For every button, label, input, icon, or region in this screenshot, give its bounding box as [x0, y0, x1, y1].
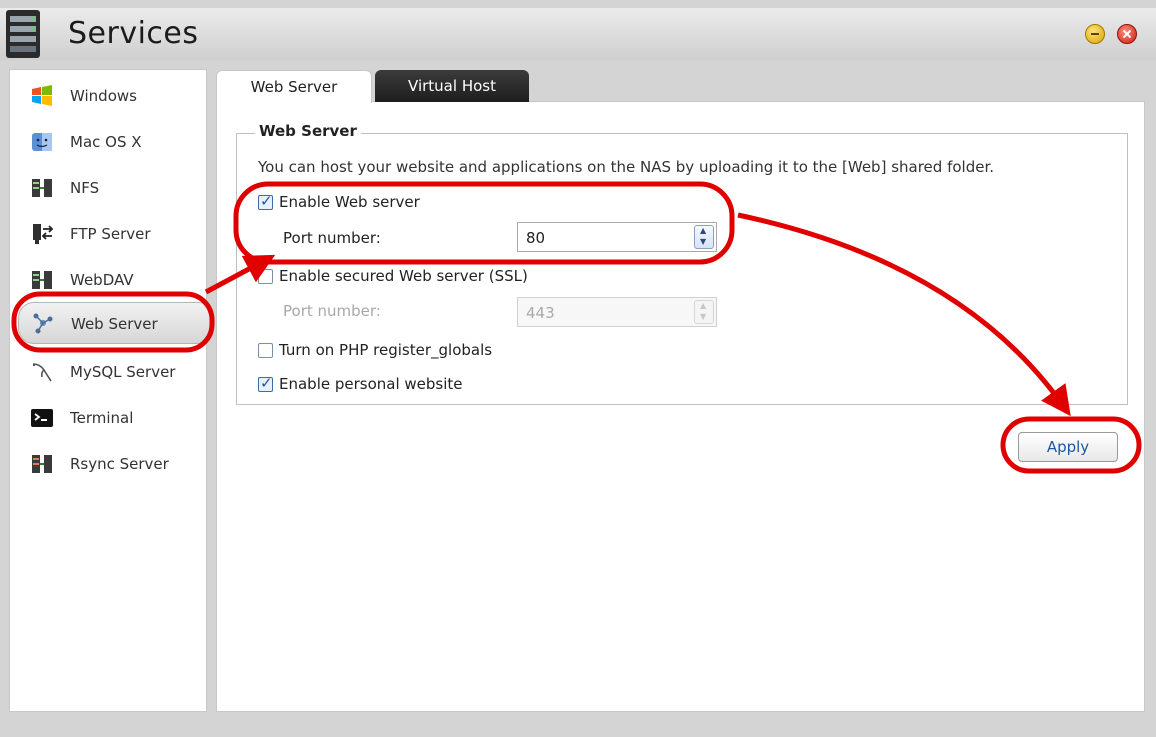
checkbox-label: Turn on PHP register_globals: [279, 341, 493, 359]
sidebar-item-windows[interactable]: Windows: [10, 76, 208, 116]
tab-virtual-host[interactable]: Virtual Host: [375, 70, 529, 102]
sidebar-item-label: WebDAV: [70, 271, 134, 289]
checkbox-box[interactable]: [258, 269, 273, 284]
sidebar-item-label: NFS: [70, 179, 100, 197]
tab-web-server[interactable]: Web Server: [216, 70, 372, 103]
minimize-button[interactable]: [1085, 24, 1105, 44]
rsync-icon: [32, 455, 52, 473]
group-title: Web Server: [255, 122, 361, 140]
sidebar-item-nfs[interactable]: NFS: [10, 168, 208, 208]
sidebar-item-mac-os-x[interactable]: Mac OS X: [10, 122, 208, 162]
services-sidebar: Windows Mac OS X NFS FTP Server WebDAV W…: [9, 69, 214, 712]
windows-icon: [32, 85, 52, 106]
sidebar-item-web-server[interactable]: Web Server: [18, 302, 214, 344]
sidebar-item-label: Rsync Server: [70, 455, 169, 473]
mysql-icon: [32, 363, 52, 382]
sidebar-item-label: Web Server: [71, 315, 158, 333]
sidebar-item-webdav[interactable]: WebDAV: [10, 260, 208, 300]
webdav-icon: [32, 271, 52, 289]
spinner-arrows-icon[interactable]: [694, 225, 714, 249]
checkbox-label: Enable secured Web server (SSL): [279, 267, 528, 285]
nfs-icon: [32, 179, 52, 197]
sidebar-item-ftp-server[interactable]: FTP Server: [10, 214, 208, 254]
sidebar-item-label: Terminal: [70, 409, 134, 427]
ssl-port-value: 443: [526, 304, 555, 322]
sidebar-item-label: MySQL Server: [70, 363, 176, 381]
close-button[interactable]: [1117, 24, 1137, 44]
window-title: Services: [68, 16, 199, 51]
port-number-label: Port number:: [283, 229, 381, 247]
server-icon: [6, 10, 40, 58]
ssl-port-number-label: Port number:: [283, 302, 381, 320]
sidebar-item-mysql-server[interactable]: MySQL Server: [10, 352, 208, 392]
checkbox-label: Enable Web server: [279, 193, 420, 211]
terminal-icon: [31, 409, 53, 427]
spinner-arrows-icon: [694, 300, 714, 324]
title-bar: Services: [0, 8, 1156, 60]
ftp-server-icon: [33, 224, 54, 244]
sidebar-item-label: Windows: [70, 87, 137, 105]
sidebar-item-rsync-server[interactable]: Rsync Server: [10, 444, 208, 484]
port-number-spinner[interactable]: 80: [517, 222, 717, 252]
checkbox-box[interactable]: [258, 343, 273, 358]
checkbox-box[interactable]: [258, 192, 273, 210]
description-text: You can host your website and applicatio…: [258, 158, 995, 176]
checkbox-label: Enable personal website: [279, 375, 463, 393]
checkbox-box[interactable]: [258, 374, 273, 392]
sidebar-item-label: FTP Server: [70, 225, 151, 243]
web-server-icon: [33, 313, 53, 334]
port-value: 80: [526, 229, 546, 247]
sidebar-item-terminal[interactable]: Terminal: [10, 398, 208, 438]
sidebar-item-label: Mac OS X: [70, 133, 142, 151]
ssl-port-number-spinner: 443: [517, 297, 717, 327]
services-window: Services Windows Mac OS X NFS FTP Server…: [0, 0, 1156, 737]
apply-button[interactable]: Apply: [1018, 432, 1118, 462]
mac-os-icon: [32, 133, 52, 151]
